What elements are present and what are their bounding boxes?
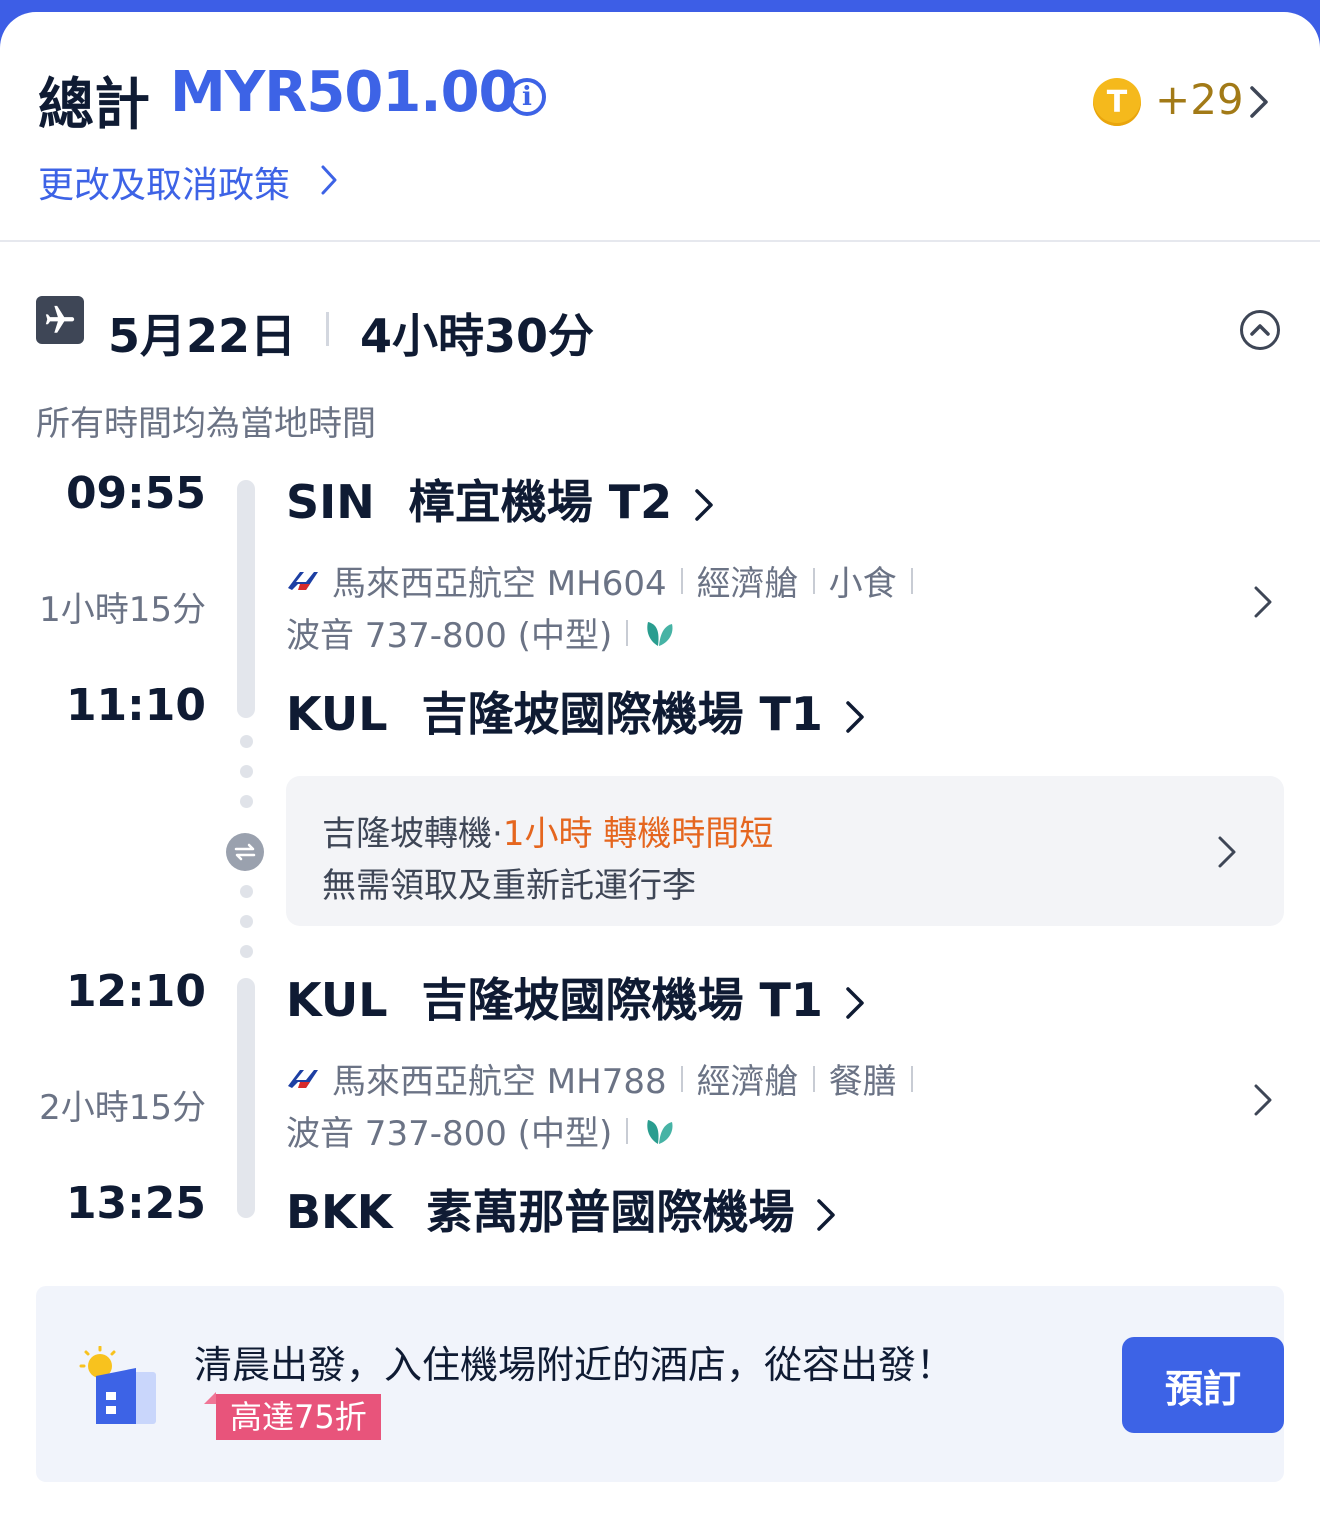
timeline-dot (240, 735, 253, 748)
timeline-dot (240, 765, 253, 778)
chevron-right-icon (816, 1189, 836, 1243)
airport-name: 素萬那普國際機場 (426, 1185, 795, 1239)
arrival-time: 13:25 (65, 1178, 206, 1229)
info-icon[interactable]: i (508, 78, 546, 116)
arrival-time: 11:10 (65, 680, 206, 731)
coin-icon: T (1093, 78, 1141, 126)
chevron-right-icon[interactable] (318, 164, 340, 196)
timeline-dot (240, 915, 253, 928)
transfer-city: 吉隆坡轉機 (322, 814, 492, 854)
leaf-icon (647, 1119, 673, 1144)
promo-message: 清晨出發，入住機場附近的酒店，從容出發！ (194, 1343, 955, 1387)
meal-info: 餐膳 (828, 1062, 897, 1102)
points-earned[interactable]: +29 (1155, 75, 1244, 124)
segment-duration: 2小時15分 (39, 1088, 206, 1128)
leaf-icon (647, 621, 673, 646)
cabin-class: 經濟艙 (696, 1062, 799, 1102)
separator (326, 312, 329, 346)
transfer-summary: 吉隆坡轉機·1小時 轉機時間短 (322, 806, 773, 855)
flight-date: 5月22日 (108, 309, 297, 363)
arrival-airport[interactable]: BKK 素萬那普國際機場 (286, 1176, 836, 1243)
separator (910, 1065, 913, 1092)
chevron-right-icon[interactable] (1252, 1082, 1274, 1118)
total-duration: 4小時30分 (360, 309, 595, 363)
aircraft-info-line[interactable]: 波音 737-800 (中型) (286, 1106, 676, 1155)
local-time-note: 所有時間均為當地時間 (36, 404, 376, 444)
airport-name: 吉隆坡國際機場 T1 (421, 973, 823, 1027)
chevron-right-icon (845, 977, 865, 1031)
timeline-dot (240, 885, 253, 898)
departure-airport[interactable]: KUL 吉隆坡國際機場 T1 (286, 964, 865, 1031)
timeline-dot (240, 795, 253, 808)
separator (626, 619, 629, 646)
flight-info-line[interactable]: 馬來西亞航空 MH788 經濟艙 餐膳 (286, 1054, 927, 1103)
separator (680, 567, 683, 594)
airport-code: BKK (286, 1185, 393, 1239)
arrival-airport[interactable]: KUL 吉隆坡國際機場 T1 (286, 678, 865, 745)
departure-time: 12:10 (65, 966, 206, 1017)
change-cancel-policy-link[interactable]: 更改及取消政策 (38, 156, 290, 208)
transfer-wait: 1小時 (502, 814, 593, 854)
chevron-right-icon[interactable] (1248, 84, 1270, 120)
timeline-dot (240, 945, 253, 958)
short-transfer-warning: 轉機時間短 (603, 814, 774, 854)
cabin-class: 經濟艙 (696, 564, 799, 604)
airline-logo-icon (288, 1069, 318, 1088)
flight-info-line[interactable]: 馬來西亞航空 MH604 經濟艙 小食 (286, 556, 927, 605)
separator (910, 567, 913, 594)
aircraft-info-line[interactable]: 波音 737-800 (中型) (286, 608, 676, 657)
chevron-right-icon[interactable] (1252, 584, 1274, 620)
discount-badge: 高達75折 (216, 1394, 381, 1440)
chevron-up-circle-icon[interactable] (1240, 310, 1280, 350)
airline-flight-number: 馬來西亞航空 MH788 (332, 1062, 667, 1102)
transfer-arrows-icon (226, 833, 264, 871)
total-label: 總計 (38, 73, 150, 138)
bullet: · (492, 814, 503, 854)
aircraft-type: 波音 737-800 (中型) (286, 1114, 613, 1154)
plane-icon (36, 296, 84, 344)
aircraft-type: 波音 737-800 (中型) (286, 616, 613, 656)
airline-logo-icon (288, 571, 318, 590)
airport-code: SIN (286, 475, 375, 529)
airport-code: KUL (286, 687, 388, 741)
chevron-right-icon (694, 479, 714, 533)
meal-info: 小食 (828, 564, 897, 604)
departure-time: 09:55 (65, 468, 206, 519)
airline-flight-number: 馬來西亞航空 MH604 (332, 564, 667, 604)
chevron-right-icon (845, 691, 865, 745)
separator (812, 1065, 815, 1092)
separator (626, 1117, 629, 1144)
total-price: MYR501.00 (170, 60, 517, 125)
airport-name: 樟宜機場 T2 (408, 475, 673, 529)
separator (680, 1065, 683, 1092)
segment-timeline-bar (237, 978, 255, 1218)
baggage-note: 無需領取及重新託運行李 (322, 866, 696, 906)
departure-airport[interactable]: SIN 樟宜機場 T2 (286, 466, 714, 533)
hotel-building-sun-icon (79, 1346, 156, 1424)
segment-duration: 1小時15分 (39, 590, 206, 630)
section-divider (0, 240, 1320, 242)
segment-timeline-bar (237, 480, 255, 718)
book-hotel-button[interactable]: 預訂 (1122, 1337, 1284, 1433)
chevron-right-icon[interactable] (1216, 834, 1238, 870)
airport-name: 吉隆坡國際機場 T1 (421, 687, 823, 741)
airport-code: KUL (286, 973, 388, 1027)
separator (812, 567, 815, 594)
badge-tail (204, 1392, 216, 1404)
